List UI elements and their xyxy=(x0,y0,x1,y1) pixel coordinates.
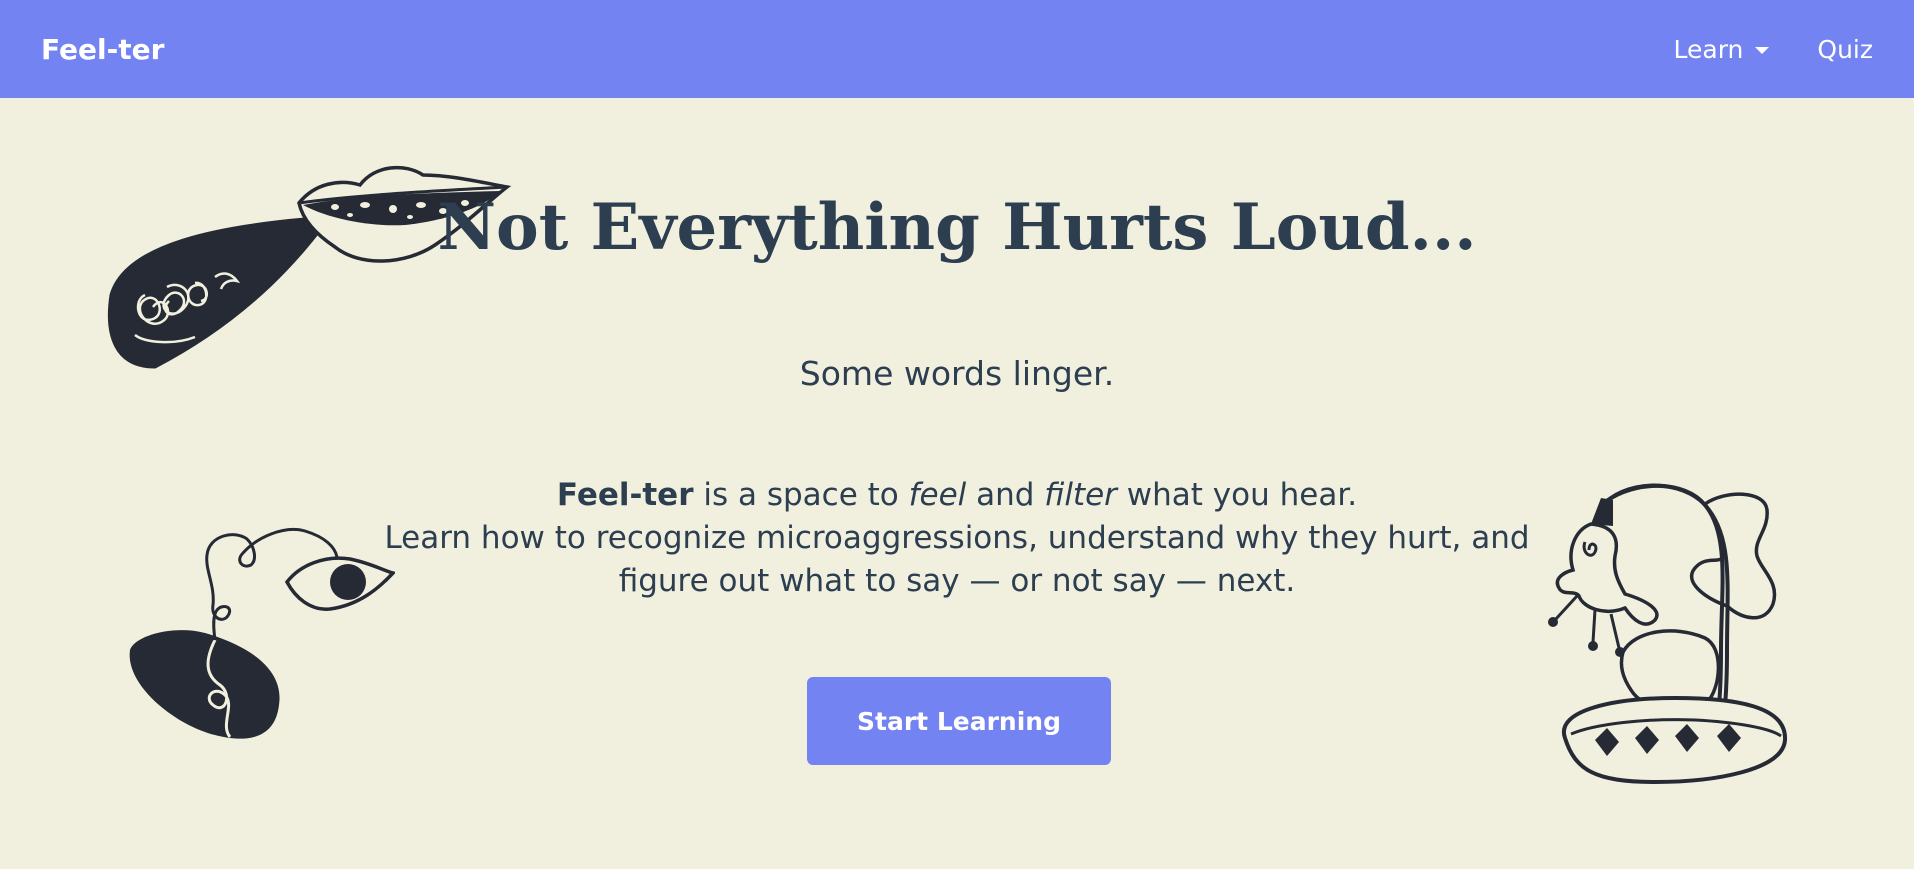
nav-menu: Learn Quiz xyxy=(1674,35,1873,64)
hero-title: Not Everything Hurts Loud... xyxy=(437,190,1477,265)
intro-filter: filter xyxy=(1044,477,1117,513)
intro-text-2: and xyxy=(966,477,1045,513)
intro-line-2: Learn how to recognize microaggressions,… xyxy=(384,520,1530,599)
intro-brand: Feel-ter xyxy=(556,477,694,513)
hero-intro: Feel-ter is a space to feel and filter w… xyxy=(357,474,1557,603)
eye-vine-icon xyxy=(129,528,395,739)
learn-label: Learn xyxy=(1673,34,1744,64)
hero-tagline: Some words linger. xyxy=(799,354,1115,393)
quiz-link[interactable]: Quiz xyxy=(1817,35,1873,64)
intro-feel: feel xyxy=(908,477,967,513)
start-learning-button[interactable]: Start Learning xyxy=(807,677,1111,765)
chevron-down-icon xyxy=(1755,46,1770,54)
top-navbar: Feel-ter Learn Quiz xyxy=(0,0,1914,98)
intro-text-3: what you hear. xyxy=(1116,477,1358,513)
brand-logo[interactable]: Feel-ter xyxy=(41,33,164,66)
learn-dropdown[interactable]: Learn xyxy=(1674,35,1770,64)
intro-text-1: is a space to xyxy=(693,477,909,513)
